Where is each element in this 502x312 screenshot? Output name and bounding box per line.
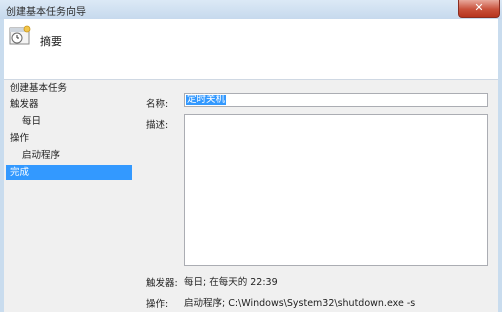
wizard-content: 创建基本任务 触发器 每日 操作 启动程序 完成 名称: 定时关机 描述: 触发… [4,80,498,312]
name-value: 定时关机 [186,94,227,105]
trigger-label: 触发器: [146,278,178,289]
trigger-value: 每日; 在每天的 22:39 [184,277,278,288]
nav-item-daily[interactable]: 每日 [22,114,132,129]
nav-item-label: 启动程序 [22,150,61,161]
nav-item-start-program[interactable]: 启动程序 [22,148,132,163]
clock-icon [9,25,31,45]
action-label: 操作: [146,299,169,310]
page-title: 摘要 [40,35,62,48]
title-bar: 创建基本任务向导 ✕ [0,0,502,19]
nav-item-action[interactable]: 操作 [10,131,136,146]
description-label: 描述: [146,120,169,131]
wizard-header: 摘要 [4,19,498,79]
close-icon: ✕ [474,1,484,14]
nav-item-label: 操作 [10,133,30,144]
nav-item-label: 每日 [22,116,42,127]
description-field[interactable] [184,114,488,266]
nav-item-label: 创建基本任务 [10,83,68,94]
nav-item-label: 触发器 [10,99,39,110]
nav-item-create-basic-task[interactable]: 创建基本任务 [10,81,136,96]
name-label: 名称: [146,99,169,110]
nav-item-trigger[interactable]: 触发器 [10,97,136,112]
close-button[interactable]: ✕ [458,0,500,18]
name-field[interactable]: 定时关机 [184,93,488,107]
action-value: 启动程序; C:\Windows\System32\shutdown.exe -… [184,298,416,309]
window-title: 创建基本任务向导 [6,7,86,18]
nav-item-label: 完成 [10,167,30,178]
nav-item-finish[interactable]: 完成 [6,165,132,180]
